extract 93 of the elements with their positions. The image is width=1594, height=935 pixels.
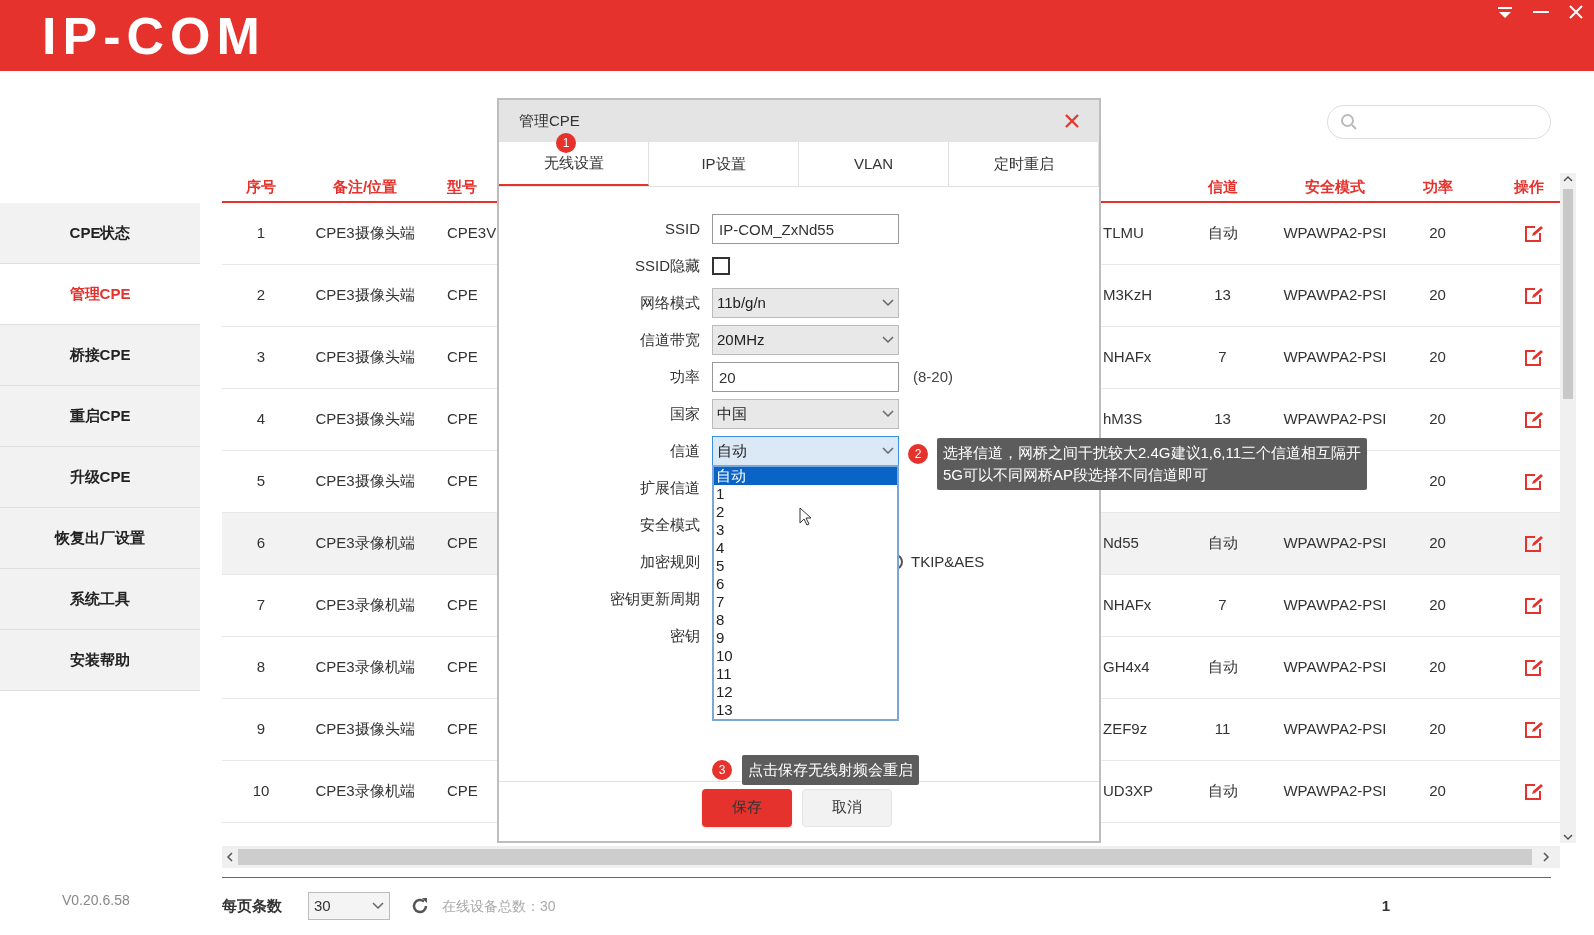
online-total-label: 在线设备总数：30 bbox=[442, 896, 556, 916]
table-cell-text: 8 bbox=[256, 657, 266, 678]
table-cell-text: 7 bbox=[256, 595, 266, 616]
table-cell-text: 2 bbox=[256, 285, 266, 306]
table-cell-text: 20 bbox=[1429, 781, 1446, 802]
table-cell-text: 自动 bbox=[1207, 223, 1238, 244]
table-cell-text: 7 bbox=[1218, 595, 1227, 616]
field-label: 密钥更新周期 bbox=[610, 588, 700, 609]
table-cell-text: 4 bbox=[256, 409, 266, 430]
column-header: 信道 bbox=[1207, 176, 1238, 197]
column-header: 序号 bbox=[246, 176, 276, 197]
table-cell-text: CPE bbox=[447, 595, 478, 616]
table-cell-text: TLMU bbox=[1103, 223, 1144, 244]
table-cell-text: WPAWPA2-PSI bbox=[1283, 285, 1387, 306]
table-cell-text: CPE bbox=[447, 285, 478, 306]
table-cell-text: 20 bbox=[1429, 657, 1446, 678]
table-cell-text: NHAFx bbox=[1103, 347, 1152, 368]
version-label: V0.20.6.58 bbox=[61, 891, 131, 910]
table-cell-text: WPAWPA2-PSI bbox=[1283, 657, 1387, 678]
table-cell-text: CPE3摄像头端 bbox=[315, 471, 415, 492]
field-label: 网络模式 bbox=[640, 292, 700, 313]
table-cell-text: WPAWPA2-PSI bbox=[1283, 409, 1387, 430]
column-header: 安全模式 bbox=[1305, 176, 1365, 197]
field-label: 扩展信道 bbox=[640, 477, 700, 498]
table-cell-text: WPAWPA2-PSI bbox=[1283, 781, 1387, 802]
field-label: SSID bbox=[665, 218, 700, 239]
table-cell-text: CPE bbox=[447, 471, 478, 492]
table-cell-text: CPE3录像机端 bbox=[315, 657, 415, 678]
field-label: 安全模式 bbox=[640, 514, 700, 535]
table-cell-text: 13 bbox=[1214, 409, 1231, 430]
table-cell-text: CPE3V bbox=[447, 223, 497, 244]
table-cell-text: hM3S bbox=[1103, 409, 1143, 430]
table-cell-text: 9 bbox=[256, 719, 266, 740]
table-cell-text: 7 bbox=[1218, 347, 1227, 368]
radio-label: TKIP&AES bbox=[911, 551, 985, 572]
table-cell-text: 20 bbox=[1429, 595, 1446, 616]
table-cell-text: ZEF9z bbox=[1103, 719, 1148, 740]
table-cell-text: 13 bbox=[1214, 285, 1231, 306]
table-cell-text: 自动 bbox=[1207, 533, 1238, 554]
table-cell-text: CPE bbox=[447, 781, 478, 802]
table-cell-text: 20 bbox=[1429, 533, 1446, 554]
table-cell-text: WPAWPA2-PSI bbox=[1283, 595, 1387, 616]
field-label: 信道带宽 bbox=[640, 329, 700, 350]
table-cell-text: UD3XP bbox=[1103, 781, 1154, 802]
table-cell-text: CPE bbox=[447, 657, 478, 678]
table-cell-text: 自动 bbox=[1207, 657, 1238, 678]
table-cell-text: NHAFx bbox=[1103, 595, 1152, 616]
table-cell-text: 20 bbox=[1429, 285, 1446, 306]
column-header: 备注/位置 bbox=[332, 176, 398, 197]
table-cell-text: Nd55 bbox=[1103, 533, 1139, 554]
dialog-title: 管理CPE bbox=[519, 110, 580, 131]
field-label: 功率 bbox=[670, 366, 700, 387]
table-cell-text: 10 bbox=[252, 781, 270, 802]
table-cell-text: CPE3摄像头端 bbox=[315, 719, 415, 740]
table-cell-text: CPE3摄像头端 bbox=[315, 409, 415, 430]
column-header: 型号 bbox=[447, 176, 477, 197]
column-header: 功率 bbox=[1422, 176, 1453, 197]
table-cell-text: CPE3摄像头端 bbox=[315, 223, 415, 244]
logo: IP-COM bbox=[42, 9, 266, 62]
table-cell-text: CPE3录像机端 bbox=[315, 533, 415, 554]
table-cell-text: 11 bbox=[1214, 719, 1231, 740]
table-cell-text: 20 bbox=[1429, 347, 1446, 368]
table-cell-text: CPE3摄像头端 bbox=[315, 285, 415, 306]
table-cell-text: WPAWPA2-PSI bbox=[1283, 533, 1387, 554]
table-cell-text: CPE3摄像头端 bbox=[315, 347, 415, 368]
table-cell-text: M3KzH bbox=[1103, 285, 1153, 306]
table-cell-text: 3 bbox=[256, 347, 266, 368]
table-cell-text: 20 bbox=[1429, 223, 1446, 244]
table-cell-text: CPE3录像机端 bbox=[315, 781, 415, 802]
table-cell-text: WPAWPA2-PSI bbox=[1283, 223, 1387, 244]
table-cell-text: 6 bbox=[256, 533, 266, 554]
tooltip: 选择信道，网桥之间干扰较大2.4G建议1,6,11三个信道相互隔开 5G可以不同网桥AP段选择不同信道即可 bbox=[937, 438, 1368, 490]
table-cell-text: 20 bbox=[1429, 471, 1446, 492]
table-cell-text: CPE bbox=[447, 719, 478, 740]
table-cell-text: WPAWPA2-PSI bbox=[1283, 347, 1387, 368]
field-label: 密钥 bbox=[670, 625, 700, 646]
tooltip: 点击保存无线射频会重启 bbox=[742, 755, 919, 785]
table-cell-text: CPE bbox=[447, 347, 478, 368]
field-label: 国家 bbox=[670, 403, 700, 424]
page-size-label: 每页条数 bbox=[222, 895, 283, 916]
table-cell-text: 20 bbox=[1429, 719, 1446, 740]
field-label: 加密规则 bbox=[640, 551, 700, 572]
column-header: 操作 bbox=[1514, 176, 1544, 197]
table-cell-text: 自动 bbox=[1207, 781, 1238, 802]
table-cell-text: CPE3录像机端 bbox=[315, 595, 415, 616]
table-cell-text: 1 bbox=[256, 223, 266, 244]
table-cell-text: CPE bbox=[447, 533, 478, 554]
table-cell-text: CPE bbox=[447, 409, 478, 430]
table-cell-text: GH4x4 bbox=[1103, 657, 1150, 678]
table-cell-text: 20 bbox=[1429, 409, 1446, 430]
table-cell-text: WPAWPA2-PSI bbox=[1283, 719, 1387, 740]
table-cell-text: 5 bbox=[256, 471, 266, 492]
range-hint: (8-20) bbox=[913, 366, 953, 387]
